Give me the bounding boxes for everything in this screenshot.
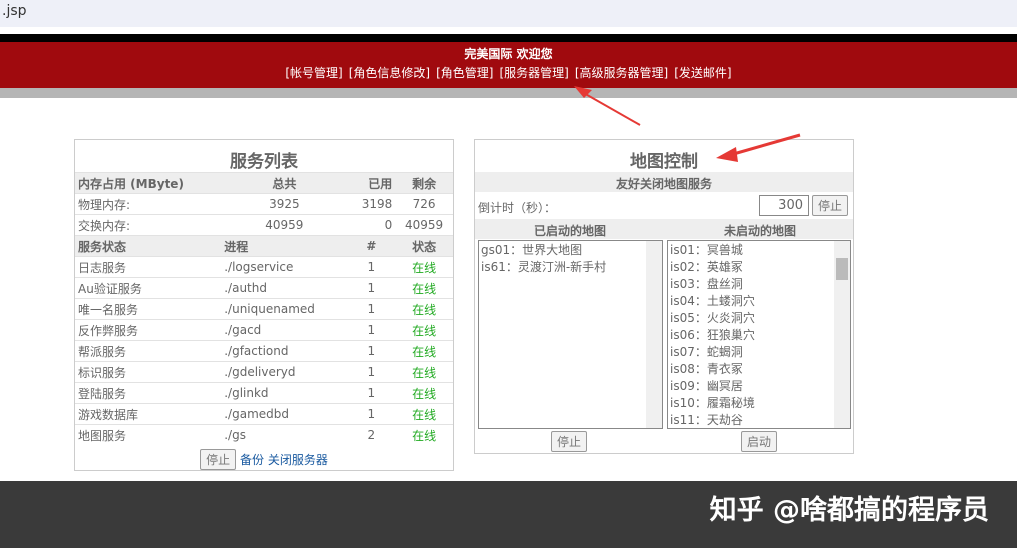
- annotation-arrows: [574, 86, 801, 162]
- arrow-icon: [716, 147, 738, 162]
- watermark-banner: 知乎 @啥都搞的程序员: [0, 481, 1017, 548]
